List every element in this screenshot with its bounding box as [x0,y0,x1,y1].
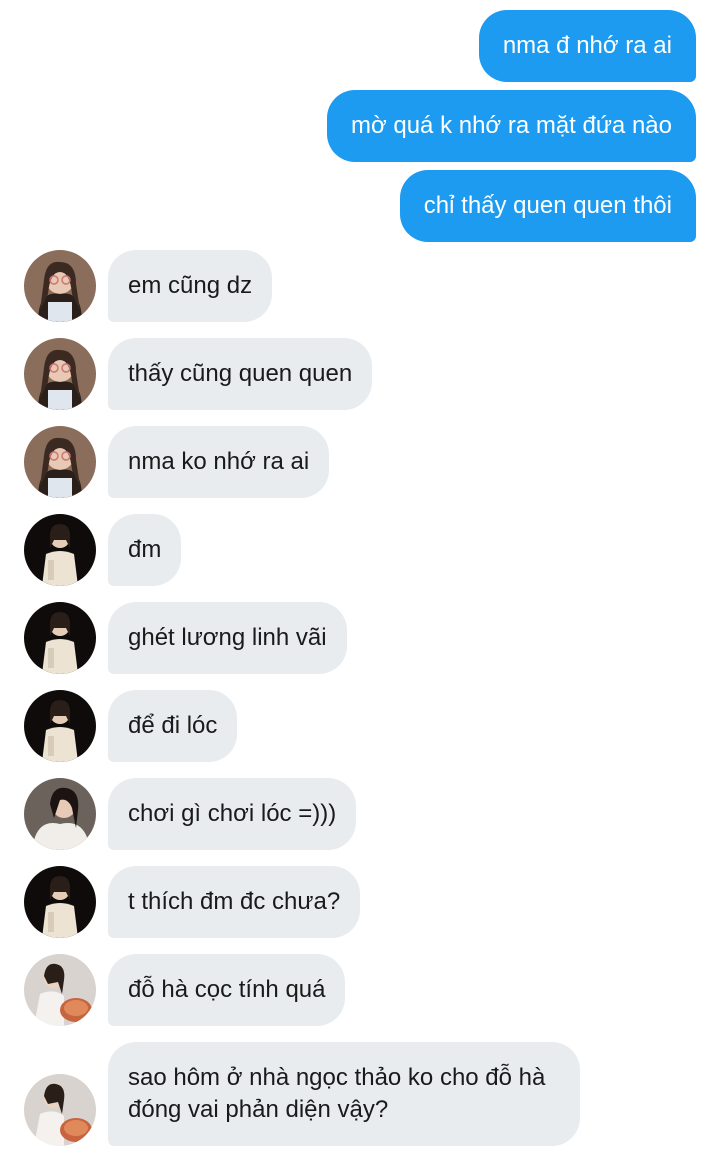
avatar[interactable] [24,778,96,850]
avatar[interactable] [24,954,96,1026]
received-message[interactable]: nma ko nhớ ra ai [108,426,330,498]
message-text: để đi lóc [128,712,218,739]
message-thread: nma đ nhớ ra ai mờ quá k nhớ ra mặt đứa … [0,0,720,1159]
message-text: ghét lương linh vãi [128,624,327,651]
received-message[interactable]: t thích đm đc chưa? [108,866,361,938]
received-message[interactable]: chơi gì chơi lóc =))) [108,778,357,850]
sent-message[interactable]: nma đ nhớ ra ai [478,10,696,82]
sent-message[interactable]: mờ quá k nhớ ra mặt đứa nào [326,90,696,162]
avatar[interactable] [24,690,96,762]
message-text: đỗ hà cọc tính quá [128,976,326,1003]
message-text: em cũng dz [128,272,253,299]
received-message[interactable]: em cũng dz [108,250,273,322]
message-text: sao hôm ở nhà ngọc thảo ko cho đỗ hà đón… [128,1064,546,1123]
received-message[interactable]: ghét lương linh vãi [108,602,347,674]
message-text: t thích đm đc chưa? [128,888,341,915]
message-text: thấy cũng quen quen [128,360,353,387]
avatar[interactable] [24,866,96,938]
message-text: chỉ thấy quen quen thôi [423,192,672,219]
avatar[interactable] [24,338,96,410]
received-message[interactable]: đỗ hà cọc tính quá [108,954,346,1026]
message-text: chơi gì chơi lóc =))) [128,800,337,827]
received-message[interactable]: để đi lóc [108,690,238,762]
avatar[interactable] [24,250,96,322]
avatar[interactable] [24,514,96,586]
avatar[interactable] [24,1074,96,1146]
sent-message[interactable]: chỉ thấy quen quen thôi [399,170,696,242]
received-message[interactable]: sao hôm ở nhà ngọc thảo ko cho đỗ hà đón… [108,1042,580,1146]
received-message[interactable]: đm [108,514,182,586]
avatar[interactable] [24,602,96,674]
message-text: mờ quá k nhớ ra mặt đứa nào [350,112,672,139]
avatar[interactable] [24,426,96,498]
message-text: nma ko nhớ ra ai [128,448,310,475]
message-text: đm [128,536,162,563]
message-text: nma đ nhớ ra ai [502,32,672,59]
received-message[interactable]: thấy cũng quen quen [108,338,373,410]
